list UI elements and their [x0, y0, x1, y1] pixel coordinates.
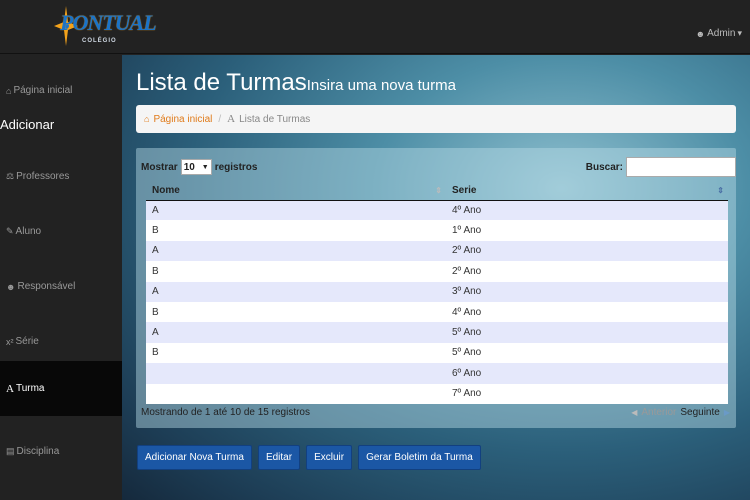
breadcrumb-current: Lista de Turmas — [239, 113, 311, 125]
top-navbar: PONTUAL COLÉGIO ☻ Admin ▾ — [0, 0, 750, 54]
cell-nome: A — [146, 240, 446, 262]
generate-report-button[interactable]: Gerar Boletim da Turma — [358, 445, 481, 470]
book-icon: ▤ — [6, 446, 15, 456]
search-label: Buscar: — [585, 161, 623, 173]
sidebar-item-label: Turma — [15, 383, 45, 394]
sidebar-item-label: Aluno — [15, 226, 42, 237]
cell-nome: A — [146, 281, 446, 302]
cell-serie: 3º Ano — [446, 281, 728, 302]
search-input[interactable] — [626, 157, 736, 177]
next-arrow-icon: ▶ — [723, 408, 730, 417]
cell-serie: 5º Ano — [446, 322, 728, 343]
cell-serie: 4º Ano — [446, 200, 728, 221]
delete-button[interactable]: Excluir — [306, 445, 353, 470]
sidebar-section-title: Adicionar — [0, 117, 55, 132]
cell-nome: B — [146, 261, 446, 282]
page-length-control: Mostrar 10 ▼ registros — [141, 159, 257, 175]
cell-serie: 6º Ano — [446, 363, 728, 384]
sidebar-item-disciplina[interactable]: ▤ Disciplina — [0, 424, 122, 479]
logo-text: PONTUAL — [60, 10, 157, 35]
previous-page-button[interactable]: Anterior — [641, 407, 676, 418]
cell-serie: 2º Ano — [446, 240, 728, 262]
sidebar-item-label: Professores — [16, 171, 70, 182]
cell-serie: 2º Ano — [446, 261, 728, 282]
brand-logo[interactable]: PONTUAL COLÉGIO — [26, 2, 157, 50]
column-header-label: Nome — [152, 185, 180, 197]
action-buttons: Adicionar Nova Turma Editar Excluir Gera… — [137, 445, 481, 470]
page-length-value: 10 — [183, 161, 195, 173]
edit-button[interactable]: Editar — [257, 445, 301, 470]
table-info: Mostrando de 1 até 10 de 15 registros — [141, 407, 310, 418]
cell-nome — [146, 383, 446, 404]
table-row[interactable]: 6º Ano — [146, 363, 728, 384]
table-row[interactable]: A 2º Ano — [146, 240, 728, 262]
breadcrumb-home-link[interactable]: Página inicial — [153, 114, 212, 125]
sort-icon: ⇕ — [717, 186, 724, 195]
cell-nome: A — [146, 322, 446, 343]
cell-nome: A — [146, 200, 446, 221]
sidebar-item-responsavel[interactable]: ☻ Responsável — [0, 259, 122, 314]
cell-serie: 4º Ano — [446, 301, 728, 323]
column-header-label: Serie — [452, 185, 477, 197]
table-row[interactable]: A 4º Ano — [146, 200, 728, 221]
home-icon: ⌂ — [144, 114, 150, 124]
page-title: Lista de Turmas — [136, 69, 307, 96]
pencil-icon: ✎ — [6, 226, 14, 236]
page-length-select[interactable]: 10 ▼ — [180, 159, 212, 175]
table-row[interactable]: B 1º Ano — [146, 220, 728, 241]
user-icon: ☻ — [695, 28, 706, 39]
cell-nome: B — [146, 301, 446, 323]
table-row[interactable]: A 3º Ano — [146, 281, 728, 302]
sidebar-item-turma[interactable]: A Turma — [0, 361, 122, 416]
flask-icon: ⚖ — [6, 171, 15, 181]
sidebar-item-label: Responsável — [17, 281, 76, 292]
table-row[interactable]: B 4º Ano — [146, 301, 728, 323]
add-turma-button[interactable]: Adicionar Nova Turma — [137, 445, 252, 470]
table-panel: Mostrar 10 ▼ registros Buscar: Nome ⇕ Se… — [136, 148, 736, 428]
user-menu[interactable]: ☻ Admin ▾ — [696, 28, 742, 39]
search-control: Buscar: — [586, 157, 736, 177]
sidebar-item-label: Página inicial — [13, 85, 73, 96]
page-subtitle: Insira uma nova turma — [306, 77, 456, 94]
breadcrumb: ⌂ Página inicial / A Lista de Turmas — [136, 105, 736, 133]
sort-icon: ⇕ — [435, 186, 442, 195]
turmas-table: Nome ⇕ Serie ⇕ A 4º Ano B 1º Ano A 2º Ano B… — [146, 182, 728, 404]
font-icon: A — [6, 382, 14, 395]
table-row[interactable]: A 5º Ano — [146, 322, 728, 343]
sidebar: ⌂ Página inicial Adicionar ⚖ Professores… — [0, 55, 122, 500]
home-icon: ⌂ — [6, 85, 12, 96]
pagination: ◀ Anterior Seguinte ▶ — [631, 407, 730, 418]
user-name: Admin — [707, 28, 736, 39]
cell-nome: B — [146, 220, 446, 241]
show-label: Mostrar — [141, 161, 178, 173]
superscript-icon: x² — [6, 336, 14, 347]
sidebar-item-label: Série — [15, 336, 39, 347]
font-icon: A — [227, 113, 236, 125]
cell-nome — [146, 363, 446, 384]
cell-serie: 5º Ano — [446, 342, 728, 364]
sidebar-item-home[interactable]: ⌂ Página inicial — [0, 63, 122, 118]
table-row[interactable]: B 2º Ano — [146, 261, 728, 282]
previous-arrow-icon: ◀ — [631, 408, 638, 417]
next-page-button[interactable]: Seguinte — [680, 407, 719, 418]
table-row[interactable]: B 5º Ano — [146, 342, 728, 364]
user-icon: ☻ — [6, 281, 16, 292]
cell-serie: 1º Ano — [446, 220, 728, 241]
sidebar-item-professores[interactable]: ⚖ Professores — [0, 149, 122, 204]
column-header-nome[interactable]: Nome ⇕ — [146, 182, 446, 201]
page-header: Lista de Turmas Insira uma nova turma — [136, 69, 456, 97]
caret-down-icon: ▼ — [201, 163, 209, 171]
sidebar-item-label: Disciplina — [16, 446, 60, 457]
records-label: registros — [214, 161, 258, 173]
caret-down-icon: ▾ — [737, 28, 742, 38]
cell-nome: B — [146, 342, 446, 364]
cell-serie: 7º Ano — [446, 383, 728, 404]
logo-subtext: COLÉGIO — [82, 38, 117, 44]
breadcrumb-separator: / — [218, 113, 222, 125]
main-content: Lista de Turmas Insira uma nova turma ⌂ … — [122, 55, 750, 500]
sidebar-item-aluno[interactable]: ✎ Aluno — [0, 204, 122, 259]
column-header-serie[interactable]: Serie ⇕ — [446, 182, 728, 201]
table-row[interactable]: 7º Ano — [146, 383, 728, 404]
